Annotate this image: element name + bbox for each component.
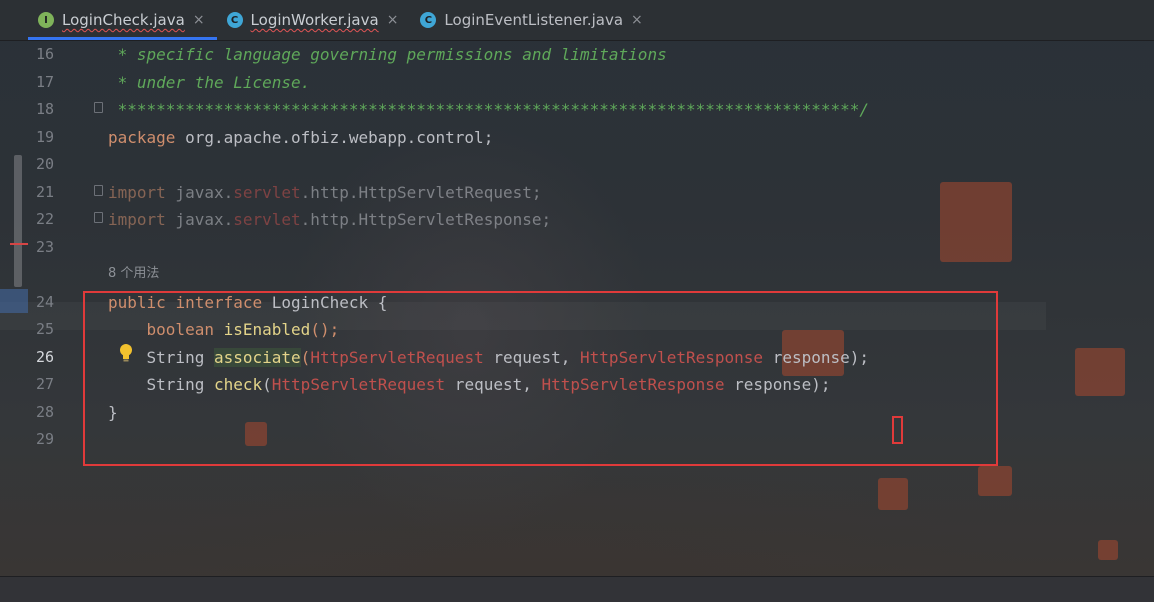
line-number: 29 bbox=[35, 430, 54, 448]
code-line-19: package org.apache.ofbiz.webapp.control; bbox=[108, 124, 493, 152]
close-icon[interactable]: × bbox=[387, 12, 399, 28]
import-path: .http.HttpServletRequest; bbox=[300, 182, 542, 202]
line-number: 18 bbox=[35, 100, 54, 118]
import-path: .http.HttpServletResponse; bbox=[300, 210, 552, 229]
line-number: 24 bbox=[35, 292, 54, 311]
line-number-current: 26 bbox=[35, 347, 54, 366]
class-icon: C bbox=[226, 12, 243, 28]
line-number: 19 bbox=[35, 127, 54, 146]
usage-hint[interactable]: 8 个用法 bbox=[108, 260, 159, 287]
line-number: 25 bbox=[35, 320, 54, 338]
bottom-status-bar bbox=[0, 576, 1154, 602]
line-number: 22 bbox=[35, 210, 54, 228]
unresolved-package: servlet bbox=[233, 210, 301, 229]
import-path: javax. bbox=[165, 182, 234, 202]
editor-tab-bar: I LoginCheck.java × C LoginWorker.java ×… bbox=[0, 0, 1154, 41]
interface-icon: I bbox=[38, 12, 54, 28]
code-line-21: import javax.servlet.http.HttpServletReq… bbox=[108, 179, 542, 207]
line-number: 17 bbox=[35, 72, 54, 91]
line-number: 21 bbox=[35, 182, 54, 201]
tab-login-event-listener[interactable]: C LoginEventListener.java × bbox=[410, 0, 654, 40]
keyword: package bbox=[108, 127, 176, 147]
line-number: 16 bbox=[35, 45, 54, 63]
tab-label: LoginEventListener.java bbox=[444, 11, 624, 29]
text-cursor-highlight bbox=[892, 416, 903, 444]
keyword: import bbox=[108, 210, 166, 229]
code-line-17: * under the License. bbox=[108, 72, 311, 92]
tab-label: LoginCheck.java bbox=[62, 11, 185, 29]
code-line-22: import javax.servlet.http.HttpServletRes… bbox=[108, 206, 551, 234]
fold-toggle-icon[interactable] bbox=[94, 102, 103, 113]
ide-window: I LoginCheck.java × C LoginWorker.java ×… bbox=[0, 0, 1154, 602]
tab-login-worker[interactable]: C LoginWorker.java × bbox=[217, 0, 411, 40]
line-number: 27 bbox=[35, 375, 54, 393]
close-icon[interactable]: × bbox=[631, 12, 643, 28]
keyword: import bbox=[108, 182, 166, 202]
line-number: 28 bbox=[35, 402, 54, 421]
import-path: javax. bbox=[165, 210, 234, 229]
fold-toggle-icon[interactable] bbox=[94, 212, 103, 223]
unresolved-package: servlet bbox=[233, 182, 301, 202]
code-line-18: ****************************************… bbox=[108, 100, 869, 119]
code-line-16: * specific language governing permission… bbox=[108, 45, 667, 64]
class-icon: C bbox=[420, 12, 437, 28]
line-number: 23 bbox=[35, 237, 54, 256]
line-number: 20 bbox=[35, 155, 54, 173]
annotation-rectangle bbox=[83, 291, 998, 466]
close-icon[interactable]: × bbox=[193, 12, 205, 28]
tab-label: LoginWorker.java bbox=[250, 11, 379, 29]
fold-toggle-icon[interactable] bbox=[94, 185, 103, 196]
tab-login-check[interactable]: I LoginCheck.java × bbox=[28, 0, 217, 40]
package-name: org.apache.ofbiz.webapp.control; bbox=[175, 127, 494, 147]
